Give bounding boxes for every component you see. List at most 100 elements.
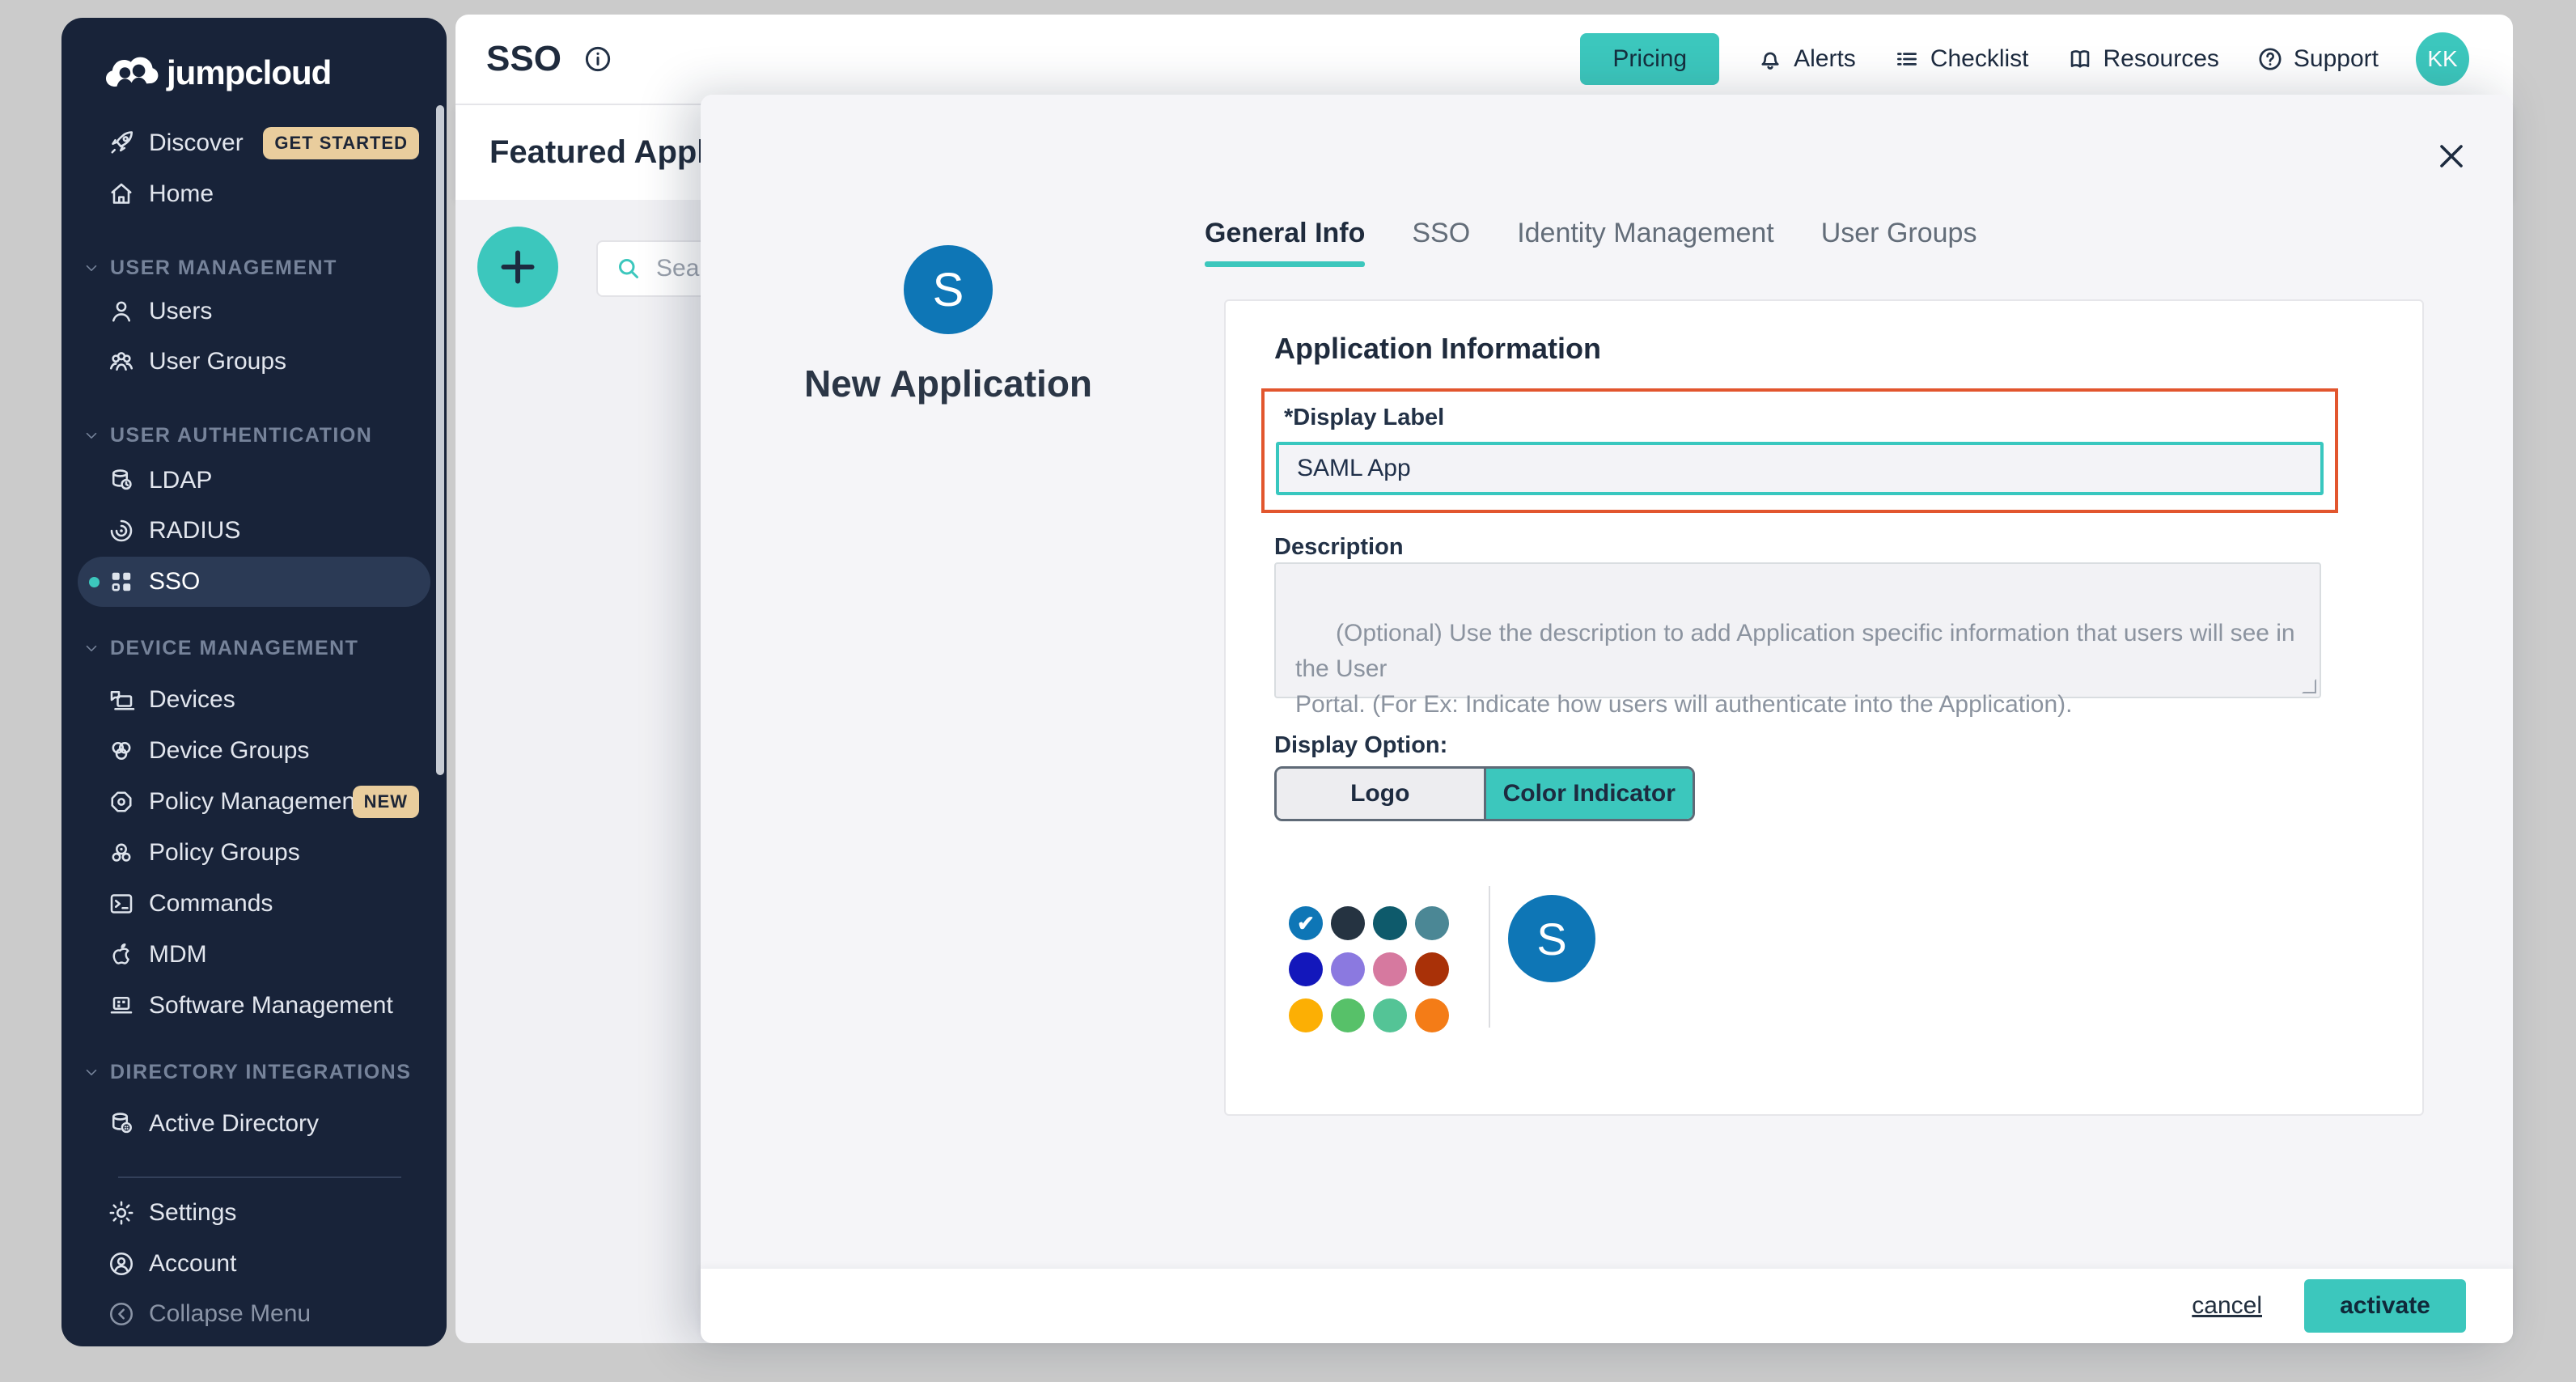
sidebar-item-active-directory[interactable]: Active Directory — [61, 1099, 447, 1149]
activate-button[interactable]: activate — [2304, 1279, 2466, 1333]
add-application-button[interactable] — [477, 227, 558, 307]
tab-identity-management[interactable]: Identity Management — [1517, 218, 1774, 267]
color-swatch[interactable] — [1415, 952, 1449, 986]
section-user-management[interactable]: USER MANAGEMENT — [61, 252, 447, 284]
sidebar-item-label: SSO — [149, 568, 200, 596]
sidebar-item-discover[interactable]: Discover GET STARTED — [61, 118, 447, 168]
color-swatch[interactable] — [1289, 952, 1323, 986]
color-swatch[interactable] — [1415, 906, 1449, 940]
sidebar-item-commands[interactable]: Commands — [61, 879, 447, 929]
sidebar-item-collapse-menu[interactable]: Collapse Menu — [61, 1289, 447, 1339]
sidebar-item-label: Device Groups — [149, 737, 309, 765]
chevron-down-icon — [83, 259, 100, 277]
sidebar-item-policy-groups[interactable]: Policy Groups — [61, 828, 447, 878]
check-icon: ✔ — [1297, 911, 1315, 936]
sidebar-divider — [118, 1176, 401, 1178]
resize-handle[interactable] — [2302, 679, 2316, 693]
card-heading: Application Information — [1274, 332, 1601, 366]
sidebar-item-users[interactable]: Users — [61, 286, 447, 337]
color-swatch[interactable] — [1331, 906, 1365, 940]
color-indicator-segment-button[interactable]: Color Indicator — [1486, 769, 1693, 819]
display-label-input[interactable] — [1276, 442, 2324, 495]
color-swatch[interactable]: ✔ — [1289, 906, 1323, 940]
policy-groups-icon — [107, 838, 136, 867]
tab-sso[interactable]: SSO — [1412, 218, 1470, 267]
sso-grid-icon — [107, 567, 136, 596]
sidebar-item-label: Policy Management — [149, 788, 362, 816]
section-device-management[interactable]: DEVICE MANAGEMENT — [61, 632, 447, 664]
sidebar-item-label: LDAP — [149, 467, 212, 494]
info-icon[interactable] — [583, 44, 613, 74]
collapse-arrow-icon — [107, 1299, 136, 1329]
display-label-highlight-box: *Display Label — [1261, 388, 2338, 513]
apple-mdm-icon — [107, 940, 136, 969]
sidebar-item-device-groups[interactable]: Device Groups — [61, 726, 447, 776]
swatch-preview-divider — [1489, 886, 1490, 1028]
sidebar-item-settings[interactable]: Settings — [61, 1188, 447, 1238]
logo-segment-button[interactable]: Logo — [1277, 769, 1486, 819]
sidebar-item-devices[interactable]: Devices — [61, 675, 447, 725]
account-icon — [107, 1249, 136, 1278]
ldap-database-icon — [107, 466, 136, 495]
page-title: SSO — [486, 39, 561, 79]
description-label: Description — [1274, 534, 1404, 561]
color-swatch[interactable] — [1415, 998, 1449, 1032]
active-directory-icon — [107, 1109, 136, 1138]
sidebar-item-label: Collapse Menu — [149, 1300, 311, 1328]
color-swatch[interactable] — [1373, 998, 1407, 1032]
section-user-authentication[interactable]: USER AUTHENTICATION — [61, 419, 447, 451]
devices-icon — [107, 685, 136, 714]
tab-general-info[interactable]: General Info — [1205, 218, 1365, 267]
support-label: Support — [2294, 45, 2379, 73]
section-directory-integrations[interactable]: DIRECTORY INTEGRATIONS — [61, 1056, 447, 1088]
description-textarea[interactable]: (Optional) Use the description to add Ap… — [1274, 562, 2321, 698]
new-badge: NEW — [353, 786, 419, 818]
checklist-button[interactable]: Checklist — [1893, 45, 2029, 73]
checklist-icon — [1893, 45, 1921, 73]
sidebar-item-label: Discover — [149, 129, 244, 157]
close-icon[interactable] — [2432, 137, 2471, 176]
sidebar-item-label: Software Management — [149, 992, 393, 1020]
sidebar-item-mdm[interactable]: MDM — [61, 930, 447, 980]
support-button[interactable]: Support — [2256, 45, 2379, 73]
topbar-actions: Pricing Alerts Checklist Resources Suppo — [1580, 32, 2469, 86]
sidebar-item-home[interactable]: Home — [61, 169, 447, 219]
color-swatch[interactable] — [1331, 952, 1365, 986]
new-application-drawer: S New Application General Info SSO Ident… — [701, 95, 2513, 1343]
description-placeholder: (Optional) Use the description to add Ap… — [1295, 620, 2302, 718]
sidebar-item-account[interactable]: Account — [61, 1239, 447, 1289]
user-icon — [107, 297, 136, 326]
section-title: USER MANAGEMENT — [110, 256, 337, 280]
sidebar: jumpcloud Discover GET STARTED Home USER… — [61, 18, 447, 1346]
color-swatch-grid: ✔ — [1289, 906, 1460, 1032]
sidebar-item-label: Settings — [149, 1199, 236, 1227]
sidebar-item-label: Home — [149, 180, 214, 208]
color-swatch[interactable] — [1373, 952, 1407, 986]
pricing-button[interactable]: Pricing — [1580, 33, 1719, 85]
color-swatch[interactable] — [1289, 998, 1323, 1032]
drawer-footer: cancel activate — [701, 1269, 2513, 1343]
sidebar-item-label: Policy Groups — [149, 839, 300, 867]
resources-button[interactable]: Resources — [2066, 45, 2219, 73]
sidebar-scrollbar[interactable] — [436, 105, 444, 775]
sidebar-item-label: Users — [149, 298, 212, 325]
sidebar-item-label: Active Directory — [149, 1110, 319, 1138]
sidebar-item-user-groups[interactable]: User Groups — [61, 337, 447, 387]
logo-wordmark: jumpcloud — [167, 53, 331, 92]
home-icon — [107, 180, 136, 209]
alerts-button[interactable]: Alerts — [1756, 45, 1856, 73]
application-information-card: Application Information *Display Label D… — [1224, 299, 2424, 1116]
software-management-icon — [107, 991, 136, 1020]
display-option-label: Display Option: — [1274, 732, 1447, 759]
sidebar-item-policy-management[interactable]: Policy Management NEW — [61, 777, 447, 827]
sidebar-item-label: Devices — [149, 686, 235, 714]
color-swatch[interactable] — [1331, 998, 1365, 1032]
sidebar-item-software-management[interactable]: Software Management — [61, 981, 447, 1031]
sidebar-item-radius[interactable]: RADIUS — [61, 506, 447, 556]
tab-user-groups[interactable]: User Groups — [1821, 218, 1977, 267]
user-avatar[interactable]: KK — [2416, 32, 2469, 86]
sidebar-item-sso[interactable]: SSO — [61, 557, 447, 607]
color-swatch[interactable] — [1373, 906, 1407, 940]
cancel-button[interactable]: cancel — [2192, 1292, 2262, 1320]
sidebar-item-ldap[interactable]: LDAP — [61, 456, 447, 506]
